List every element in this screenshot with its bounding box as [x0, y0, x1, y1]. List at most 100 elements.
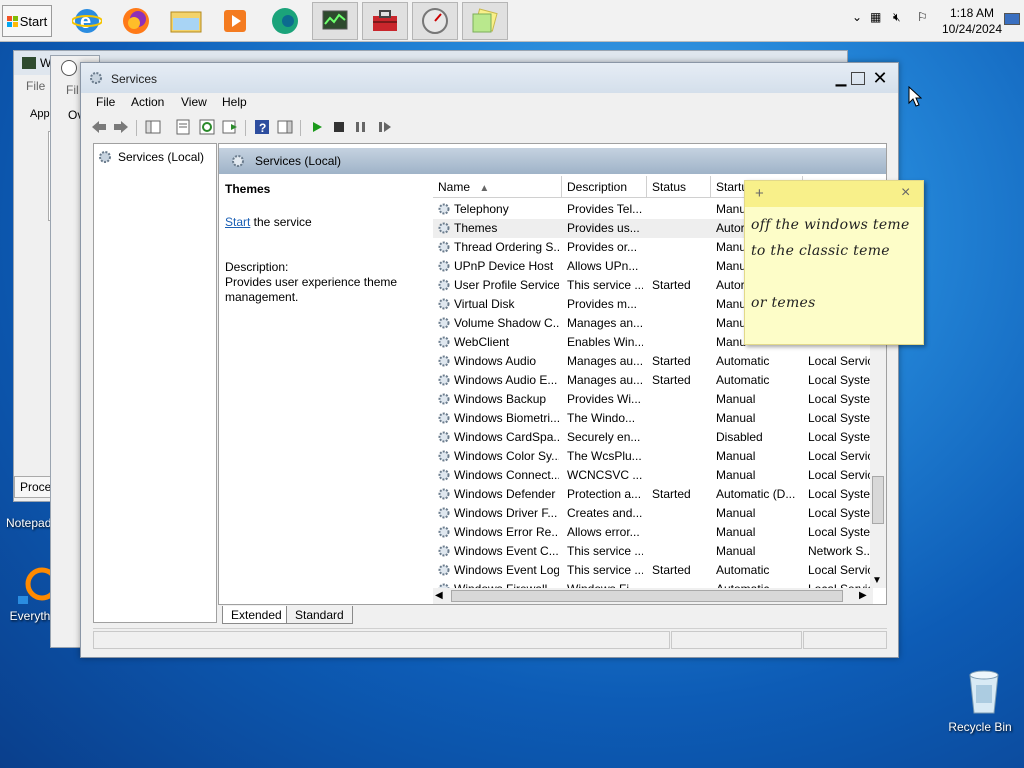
start-button[interactable]: Start	[2, 5, 52, 37]
tree-item-services-local[interactable]: Services (Local)	[118, 150, 204, 164]
service-row[interactable]: Windows Event Log This service ... Started…	[433, 561, 873, 580]
service-row[interactable]: Windows Connect... WCNCSVC ... Manual Local…	[433, 466, 873, 485]
vertical-scroll-thumb[interactable]	[872, 476, 884, 524]
sticky-note-line: off the windows teme	[751, 217, 910, 233]
service-name-cell: Themes	[454, 221, 498, 235]
service-row[interactable]: Windows Defender Protection a... Started Au…	[433, 485, 873, 504]
close-button[interactable]: ✕	[872, 68, 888, 88]
help-icon[interactable]: ?	[254, 119, 270, 135]
sticky-notes-icon[interactable]	[462, 2, 508, 40]
add-note-button[interactable]: +	[755, 185, 764, 202]
service-row[interactable]: Windows Audio Manages au... Started Automat…	[433, 352, 873, 371]
service-row[interactable]: Windows Driver F... Creates and... Manual L…	[433, 504, 873, 523]
sticky-note-titlebar[interactable]: + ×	[745, 181, 923, 207]
service-row[interactable]: Windows Audio E... Manages au... Started Au…	[433, 371, 873, 390]
minimize-button[interactable]: ▁	[833, 70, 849, 86]
menu-help[interactable]: Help	[222, 95, 247, 109]
network-icon[interactable]: ▦	[870, 10, 881, 24]
service-row[interactable]: Windows Biometri... The Windo... Manual Loc…	[433, 409, 873, 428]
internet-explorer-icon[interactable]: e	[64, 2, 110, 40]
service-desc-cell: This service ...	[567, 278, 643, 292]
sticky-note[interactable]: + × off the windows teme to the classic …	[744, 180, 924, 345]
start-service-link[interactable]: Start	[225, 215, 250, 229]
service-desc-cell: Allows UPn...	[567, 259, 639, 273]
media-player-icon[interactable]	[212, 2, 258, 40]
service-status-cell: Started	[652, 487, 691, 501]
desktop-icon-recycle-bin[interactable]: Recycle Bin	[940, 667, 1020, 734]
start-service-text: the service	[250, 215, 312, 229]
scroll-right-icon[interactable]: ▶	[859, 590, 867, 601]
service-row[interactable]: Windows Event C... This service ... Manual…	[433, 542, 873, 561]
firefox-icon[interactable]	[113, 2, 159, 40]
services-window[interactable]: Services ▁ ✕ File Action View Help ? Ser…	[80, 62, 899, 658]
processes-button[interactable]: Proce	[14, 476, 54, 498]
volume-muted-icon[interactable]: 🔇︎	[893, 10, 901, 25]
scroll-down-icon[interactable]: ▼	[872, 575, 882, 586]
pause-service-icon[interactable]	[353, 119, 369, 135]
stop-service-icon[interactable]	[331, 119, 347, 135]
service-desc-cell: Protection a...	[567, 487, 642, 501]
horizontal-scrollbar[interactable]: ◀ ▶	[433, 588, 873, 604]
service-gear-icon	[438, 241, 450, 253]
scroll-left-icon[interactable]: ◀	[435, 590, 443, 601]
speedometer-icon[interactable]	[412, 2, 458, 40]
properties-icon[interactable]	[175, 119, 191, 135]
show-hide-console-tree-icon[interactable]	[145, 119, 161, 135]
services-titlebar[interactable]: Services ▁ ✕	[81, 63, 898, 93]
service-desc-cell: Enables Win...	[567, 335, 643, 349]
service-gear-icon	[438, 469, 450, 481]
restart-service-icon[interactable]	[377, 119, 393, 135]
task-manager-menu-file[interactable]: File	[26, 79, 45, 93]
toolbar-separator	[136, 120, 137, 136]
clock[interactable]: 1:18 AM 10/24/2024	[940, 5, 1004, 37]
service-gear-icon	[438, 374, 450, 386]
toolbox-icon[interactable]	[362, 2, 408, 40]
desktop-icon-notepad[interactable]: Notepad	[6, 516, 51, 530]
desktop-icon-everything[interactable]: Everyth	[6, 566, 59, 623]
action-center-flag-icon[interactable]: ⚐	[917, 10, 928, 24]
service-name-cell: Windows Biometri...	[454, 411, 559, 425]
tab-extended[interactable]: Extended	[222, 606, 291, 624]
status-cell	[671, 631, 802, 649]
service-gear-icon	[438, 203, 450, 215]
column-header-name[interactable]: Name ▲	[433, 176, 562, 198]
task-manager-icon[interactable]	[312, 2, 358, 40]
back-arrow-icon[interactable]	[91, 119, 107, 135]
show-desktop-icon[interactable]	[1004, 13, 1020, 25]
column-header-description[interactable]: Description	[562, 176, 647, 198]
chevron-up-icon[interactable]: ⌄	[852, 10, 862, 24]
edge-icon[interactable]	[262, 2, 308, 40]
menu-file[interactable]: File	[96, 95, 115, 109]
show-action-pane-icon[interactable]	[277, 119, 293, 135]
service-gear-icon	[438, 393, 450, 405]
column-header-status[interactable]: Status	[647, 176, 711, 198]
service-gear-icon	[438, 298, 450, 310]
service-row[interactable]: Windows Backup Provides Wi... Manual Local …	[433, 390, 873, 409]
close-note-button[interactable]: ×	[901, 184, 910, 202]
tab-standard[interactable]: Standard	[286, 606, 353, 624]
menu-action[interactable]: Action	[131, 95, 164, 109]
service-gear-icon	[438, 431, 450, 443]
start-service-icon[interactable]	[309, 119, 325, 135]
export-list-icon[interactable]	[222, 119, 238, 135]
status-cell	[93, 631, 670, 649]
service-name-cell: User Profile Service	[454, 278, 559, 292]
menu-view[interactable]: View	[181, 95, 207, 109]
background-window-menu-file[interactable]: Fil	[66, 83, 79, 97]
service-row[interactable]: Windows Error Re... Allows error... Manual…	[433, 523, 873, 542]
refresh-icon[interactable]	[199, 119, 215, 135]
service-name-cell: Windows Error Re...	[454, 525, 559, 539]
horizontal-scroll-thumb[interactable]	[451, 590, 843, 602]
task-manager-tab-apps[interactable]: App	[30, 108, 50, 120]
service-gear-icon	[438, 564, 450, 576]
service-desc-cell: Securely en...	[567, 430, 641, 444]
service-row[interactable]: Windows Color Sy... The WcsPlu... Manual Lo…	[433, 447, 873, 466]
service-logon-cell: Local Syste.	[808, 411, 870, 425]
service-row[interactable]: Windows FirewallWindows Fi...AutomaticLo…	[433, 580, 873, 588]
forward-arrow-icon[interactable]	[113, 119, 129, 135]
service-name-cell: Windows Color Sy...	[454, 449, 559, 463]
file-explorer-icon[interactable]	[163, 2, 209, 40]
service-logon-cell: Local Syste.	[808, 373, 870, 387]
service-row[interactable]: Windows CardSpa... Securely en... Disabled…	[433, 428, 873, 447]
maximize-button[interactable]	[851, 72, 865, 85]
